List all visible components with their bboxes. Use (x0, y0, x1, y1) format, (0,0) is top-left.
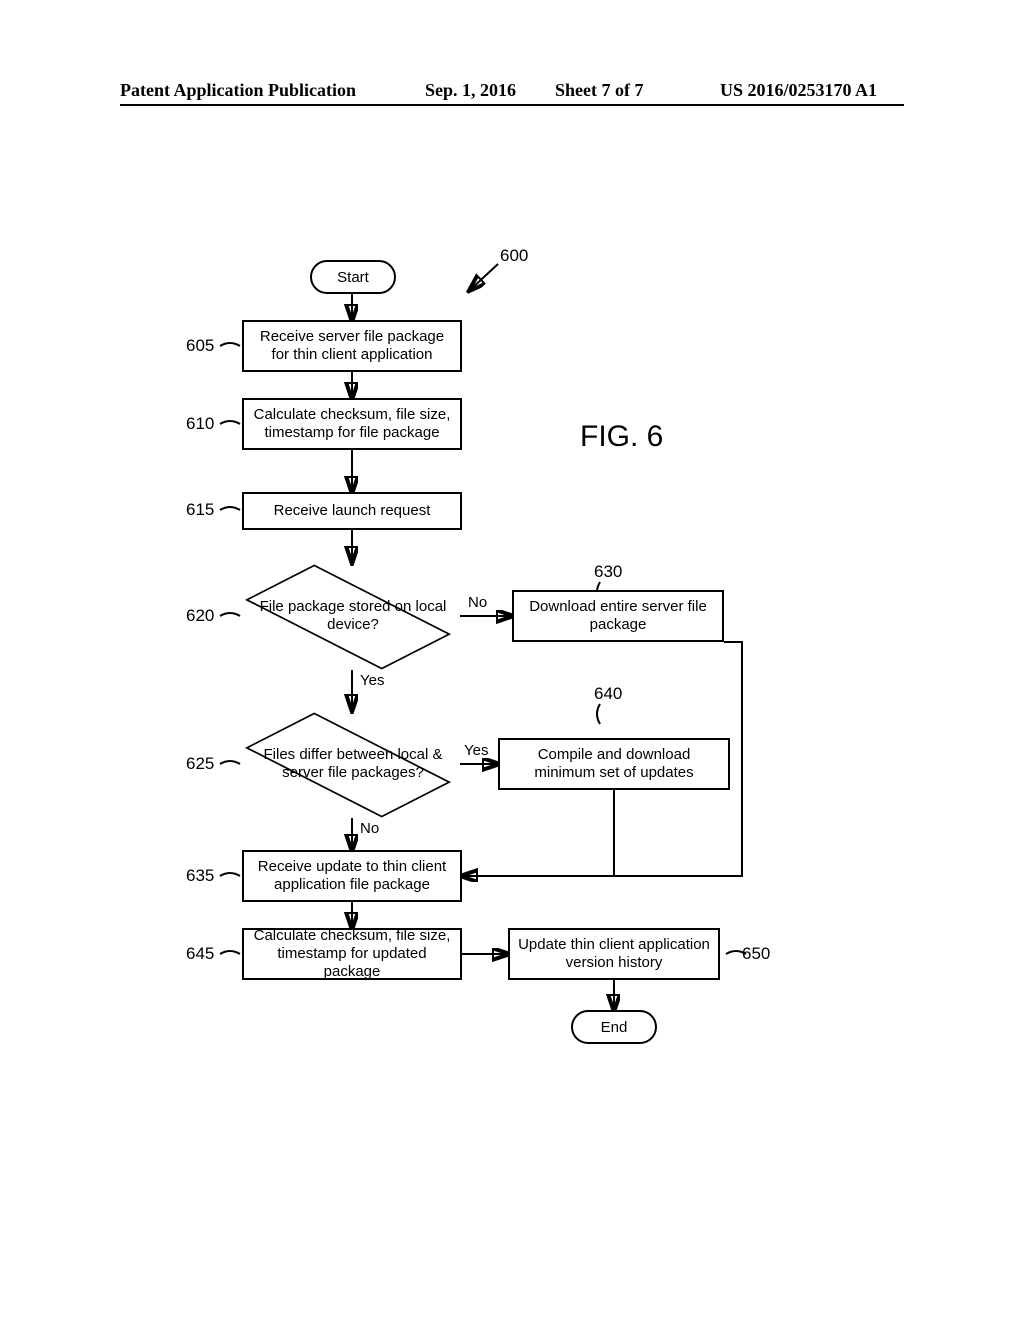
step-605-text: Receive server file package for thin cli… (250, 328, 454, 364)
terminal-start-label: Start (337, 269, 369, 286)
branch-625-yes: Yes (464, 742, 488, 759)
step-630-text: Download entire server file package (520, 598, 716, 634)
ref-650: 650 (742, 944, 770, 964)
step-635: Receive update to thin client applicatio… (242, 850, 462, 902)
ref-620: 620 (186, 606, 214, 626)
terminal-start: Start (310, 260, 396, 294)
decision-620-text: File package stored on local device? (258, 590, 448, 642)
branch-620-no: No (468, 594, 487, 611)
ref-625: 625 (186, 754, 214, 774)
ref-640: 640 (594, 684, 622, 704)
header-right: US 2016/0253170 A1 (720, 80, 877, 101)
step-640-text: Compile and download minimum set of upda… (506, 746, 722, 782)
terminal-end: End (571, 1010, 657, 1044)
ref-605: 605 (186, 336, 214, 356)
header-left: Patent Application Publication (120, 80, 356, 101)
step-605: Receive server file package for thin cli… (242, 320, 462, 372)
step-635-text: Receive update to thin client applicatio… (250, 858, 454, 894)
ref-610: 610 (186, 414, 214, 434)
branch-620-yes: Yes (360, 672, 384, 689)
ref-645: 645 (186, 944, 214, 964)
step-645: Calculate checksum, file size, timestamp… (242, 928, 462, 980)
step-610: Calculate checksum, file size, timestamp… (242, 398, 462, 450)
step-650-text: Update thin client application version h… (516, 936, 712, 972)
ref-630: 630 (594, 562, 622, 582)
ref-600: 600 (500, 246, 528, 266)
flow-connectors (0, 0, 1024, 1320)
step-630: Download entire server file package (512, 590, 724, 642)
figure-title: FIG. 6 (580, 420, 663, 454)
branch-625-no: No (360, 820, 379, 837)
step-645-text: Calculate checksum, file size, timestamp… (250, 927, 454, 981)
header-date: Sep. 1, 2016 (425, 80, 516, 101)
page: Patent Application Publication Sep. 1, 2… (0, 0, 1024, 1320)
ref-615: 615 (186, 500, 214, 520)
ref-635: 635 (186, 866, 214, 886)
terminal-end-label: End (601, 1019, 628, 1036)
step-610-text: Calculate checksum, file size, timestamp… (250, 406, 454, 442)
step-615: Receive launch request (242, 492, 462, 530)
header-sheet: Sheet 7 of 7 (555, 80, 644, 101)
step-640: Compile and download minimum set of upda… (498, 738, 730, 790)
header-rule (120, 104, 904, 106)
step-615-text: Receive launch request (274, 502, 431, 520)
step-650: Update thin client application version h… (508, 928, 720, 980)
decision-625-text: Files differ between local & server file… (256, 731, 450, 797)
